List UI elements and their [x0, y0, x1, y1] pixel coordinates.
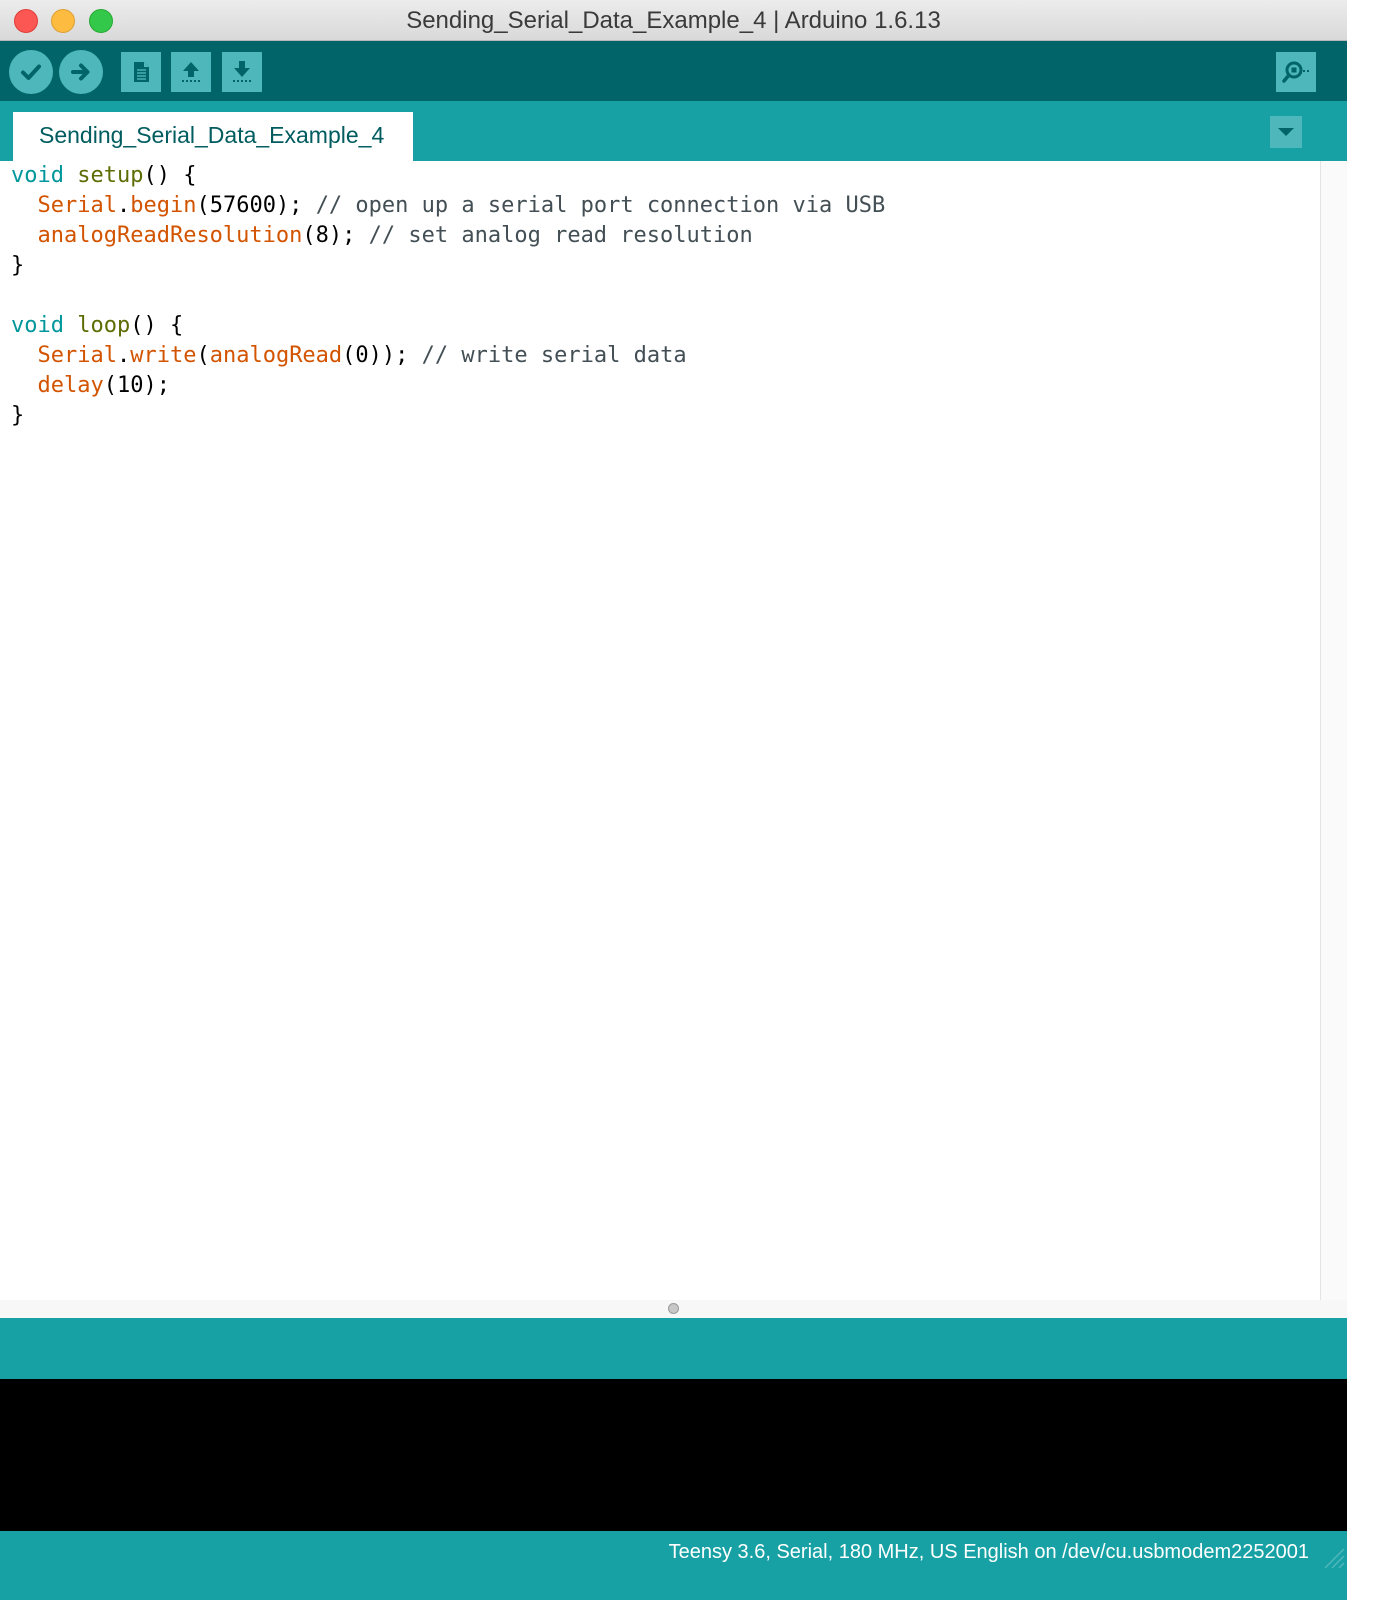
code-token: begin	[130, 193, 197, 218]
code-token: analogReadResolution	[37, 223, 303, 248]
code-token: void	[11, 163, 64, 188]
code-token: }	[11, 403, 25, 428]
resize-grip-icon[interactable]	[1321, 1545, 1345, 1569]
code-token: () {	[143, 163, 197, 188]
code-token: void	[11, 313, 64, 338]
code-line[interactable]: }	[11, 251, 885, 281]
arrow-up-icon	[182, 62, 200, 82]
board-info: Teensy 3.6, Serial, 180 MHz, US English …	[668, 1541, 1309, 1563]
code-token: write	[130, 343, 197, 368]
panel-divider[interactable]	[0, 1300, 1347, 1318]
upload-button[interactable]	[59, 50, 103, 94]
page-background	[1347, 0, 1375, 1600]
serial-monitor-button[interactable]	[1276, 52, 1316, 92]
checkmark-icon	[21, 64, 41, 80]
verify-button[interactable]	[9, 50, 53, 94]
arrow-down-icon	[233, 61, 251, 82]
arrow-right-icon	[71, 63, 90, 81]
code-line[interactable]: delay(10);	[11, 371, 885, 401]
code-token: // write serial data	[421, 343, 687, 368]
magnifier-icon	[1282, 61, 1309, 83]
toolbar	[0, 41, 1347, 101]
code-token: loop	[77, 313, 131, 338]
code-editor[interactable]: void setup() { Serial.begin(57600); // o…	[0, 161, 1320, 1300]
code-line[interactable]: Serial.write(analogRead(0)); // write se…	[11, 341, 885, 371]
code-token: (0));	[342, 343, 422, 368]
code-line[interactable]: void loop() {	[11, 311, 885, 341]
code-token: (57600);	[196, 193, 316, 218]
tab-sketch[interactable]: Sending_Serial_Data_Example_4	[13, 112, 413, 161]
new-file-icon	[134, 62, 149, 82]
code-token: .	[116, 343, 131, 368]
new-sketch-button[interactable]	[121, 52, 161, 92]
footer-bar: Teensy 3.6, Serial, 180 MHz, US English …	[0, 1531, 1347, 1571]
code-token: Serial	[37, 343, 117, 368]
code-token: delay	[37, 373, 104, 398]
code-line[interactable]: void setup() {	[11, 161, 885, 191]
code-token: // set analog read resolution	[368, 223, 753, 248]
code-token: analogRead	[209, 343, 343, 368]
console-output[interactable]	[0, 1379, 1347, 1531]
code-token: .	[116, 193, 131, 218]
editor-scrollbar[interactable]	[1320, 161, 1347, 1300]
code-line[interactable]: analogReadResolution(8); // set analog r…	[11, 221, 885, 251]
divider-handle[interactable]	[668, 1303, 679, 1314]
code-token: // open up a serial port connection via …	[315, 193, 886, 218]
code-line[interactable]: }	[11, 401, 885, 431]
title-bar[interactable]: Sending_Serial_Data_Example_4 | Arduino …	[0, 0, 1347, 41]
code-token: }	[11, 253, 25, 278]
tab-strip: Sending_Serial_Data_Example_4	[0, 101, 1347, 161]
code-token: (8);	[302, 223, 369, 248]
code-text[interactable]: void setup() { Serial.begin(57600); // o…	[11, 161, 885, 431]
open-sketch-button[interactable]	[171, 52, 211, 92]
code-line[interactable]: Serial.begin(57600); // open up a serial…	[11, 191, 886, 221]
message-bar	[0, 1318, 1347, 1379]
code-token: (10);	[103, 373, 170, 398]
code-line[interactable]	[11, 281, 885, 311]
footer-extension	[0, 1571, 1347, 1600]
arduino-ide-window: Sending_Serial_Data_Example_4 | Arduino …	[0, 0, 1347, 1600]
tab-menu-button[interactable]	[1270, 116, 1302, 148]
window-title: Sending_Serial_Data_Example_4 | Arduino …	[406, 7, 941, 34]
code-token: setup	[77, 163, 144, 188]
triangle-down-icon	[1278, 128, 1294, 136]
code-token: Serial	[37, 193, 117, 218]
code-token: (	[196, 343, 210, 368]
code-token: () {	[130, 313, 184, 338]
save-sketch-button[interactable]	[222, 52, 262, 92]
